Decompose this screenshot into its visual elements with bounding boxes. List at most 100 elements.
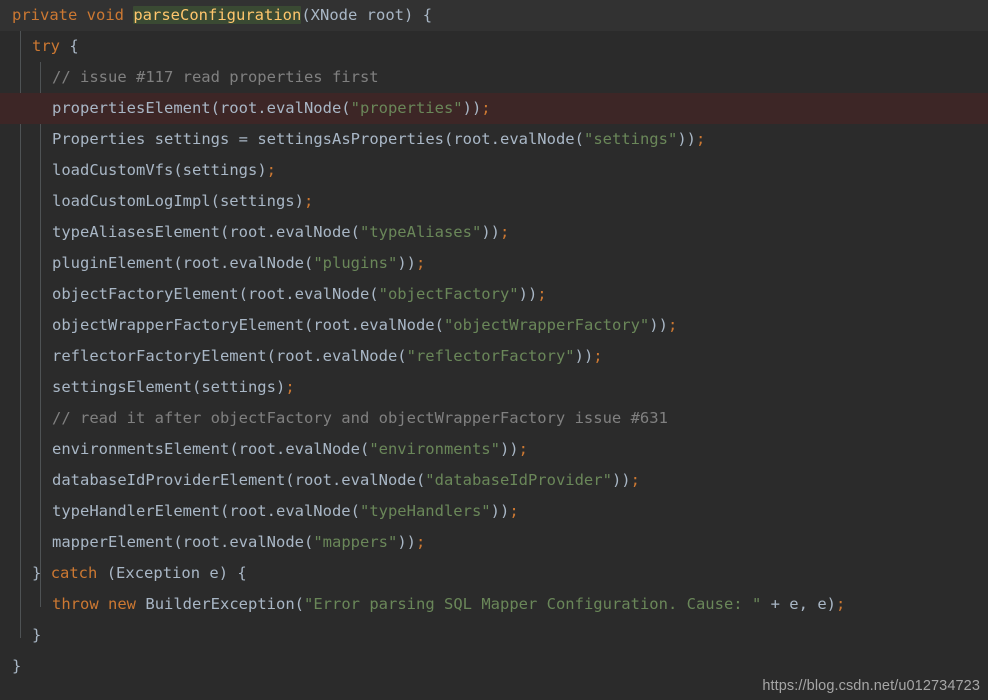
code-token: new (108, 595, 137, 613)
code-token: e (807, 595, 827, 613)
code-line[interactable]: Properties settings = settingsAsProperti… (0, 124, 988, 155)
code-token: )) (481, 223, 500, 241)
code-line-text: databaseIdProviderElement(root.evalNode(… (0, 471, 640, 489)
code-token: e (200, 564, 219, 582)
code-token: )) (397, 533, 416, 551)
code-line[interactable]: pluginElement(root.evalNode("plugins")); (0, 248, 988, 279)
code-line[interactable]: try { (0, 31, 988, 62)
code-token: )) (574, 347, 594, 365)
code-token: evalNode (275, 223, 351, 241)
code-line[interactable]: private void parseConfiguration(XNode ro… (0, 0, 988, 31)
code-line[interactable]: // read it after objectFactory and objec… (0, 403, 988, 434)
code-token: ) (404, 6, 414, 24)
code-token: ; (518, 440, 528, 458)
code-token: propertiesElement (52, 99, 211, 117)
code-line[interactable]: objectWrapperFactoryElement(root.evalNod… (0, 310, 988, 341)
code-token: { (422, 6, 433, 24)
code-line-text: settingsElement(settings); (0, 378, 295, 396)
code-token: )) (490, 502, 510, 520)
code-token: )) (649, 316, 668, 334)
code-token: Properties (52, 130, 146, 148)
code-token: ( (106, 564, 117, 582)
code-token: ; (667, 316, 678, 334)
code-line-text: typeHandlerElement(root.evalNode("typeHa… (0, 502, 519, 520)
code-token: } (32, 564, 42, 582)
code-line-text: } (0, 626, 41, 644)
code-token: evalNode (275, 502, 351, 520)
code-token: ; (537, 285, 547, 303)
code-token: ( (415, 471, 426, 489)
code-line[interactable]: loadCustomVfs(settings); (0, 155, 988, 186)
code-token: ( (303, 254, 314, 272)
code-token: evalNode (341, 471, 416, 489)
code-token: settings (145, 130, 239, 148)
code-token: catch (50, 564, 98, 582)
code-line[interactable]: loadCustomLogImpl(settings); (0, 186, 988, 217)
code-token: (root. (266, 347, 323, 365)
code-line-text: environmentsElement(root.evalNode("envir… (0, 440, 528, 458)
code-token: ( (359, 440, 370, 458)
code-token: evalNode (499, 130, 575, 148)
code-line-text: objectFactoryElement(root.evalNode("obje… (0, 285, 547, 303)
code-line-text: // issue #117 read properties first (0, 68, 379, 86)
code-token: ; (593, 347, 603, 365)
code-token: (root. (229, 440, 286, 458)
code-token: "databaseIdProvider" (425, 471, 612, 489)
code-line[interactable]: environmentsElement(root.evalNode("envir… (0, 434, 988, 465)
code-line[interactable]: } (0, 620, 988, 651)
code-token: ( (350, 502, 360, 520)
code-line-text: mapperElement(root.evalNode("mappers")); (0, 533, 425, 551)
code-token: ; (509, 502, 519, 520)
code-token: objectFactoryElement (52, 285, 239, 303)
code-token: ( (303, 533, 314, 551)
code-token: evalNode (229, 533, 304, 551)
code-token: ( (369, 285, 379, 303)
code-line[interactable]: throw new BuilderException("Error parsin… (0, 589, 988, 620)
code-line[interactable]: propertiesElement(root.evalNode("propert… (0, 93, 988, 124)
code-token: )) (397, 254, 416, 272)
code-line[interactable]: databaseIdProviderElement(root.evalNode(… (0, 465, 988, 496)
code-token: evalNode (229, 254, 304, 272)
code-line[interactable]: // issue #117 read properties first (0, 62, 988, 93)
code-token: ; (695, 130, 706, 148)
code-token: "properties" (350, 99, 463, 117)
code-token: evalNode (359, 316, 435, 334)
code-token: objectWrapperFactoryElement (52, 316, 304, 334)
code-lines-container[interactable]: private void parseConfiguration(XNode ro… (0, 0, 988, 700)
code-token: )) (499, 440, 519, 458)
code-line[interactable]: settingsElement(settings); (0, 372, 988, 403)
code-token: typeHandlerElement (52, 502, 220, 520)
code-token: XNode (310, 6, 358, 24)
code-token: ; (630, 471, 640, 489)
code-token: void (86, 6, 124, 24)
code-line[interactable]: } catch (Exception e) { (0, 558, 988, 589)
code-line[interactable]: mapperElement(root.evalNode("mappers")); (0, 527, 988, 558)
code-line[interactable]: typeAliasesElement(root.evalNode("typeAl… (0, 217, 988, 248)
code-line[interactable]: objectFactoryElement(root.evalNode("obje… (0, 279, 988, 310)
code-token: )) (677, 130, 696, 148)
code-token: root (357, 6, 405, 24)
code-token: } (32, 626, 42, 644)
code-line[interactable]: reflectorFactoryElement(root.evalNode("r… (0, 341, 988, 372)
code-editor[interactable]: private void parseConfiguration(XNode ro… (0, 0, 988, 700)
code-token: ( (341, 99, 351, 117)
code-token: )) (462, 99, 482, 117)
code-token: evalNode (294, 285, 370, 303)
code-token: "mappers" (313, 533, 398, 551)
code-line[interactable]: typeHandlerElement(root.evalNode("typeHa… (0, 496, 988, 527)
code-token: settingsAsProperties (257, 130, 444, 148)
code-token: (settings) (210, 192, 304, 210)
code-token: mapperElement (52, 533, 174, 551)
code-line-text: pluginElement(root.evalNode("plugins")); (0, 254, 425, 272)
code-token: (root. (219, 223, 276, 241)
code-token: ; (499, 223, 510, 241)
code-token: (root. (219, 502, 276, 520)
code-token: { (69, 37, 79, 55)
